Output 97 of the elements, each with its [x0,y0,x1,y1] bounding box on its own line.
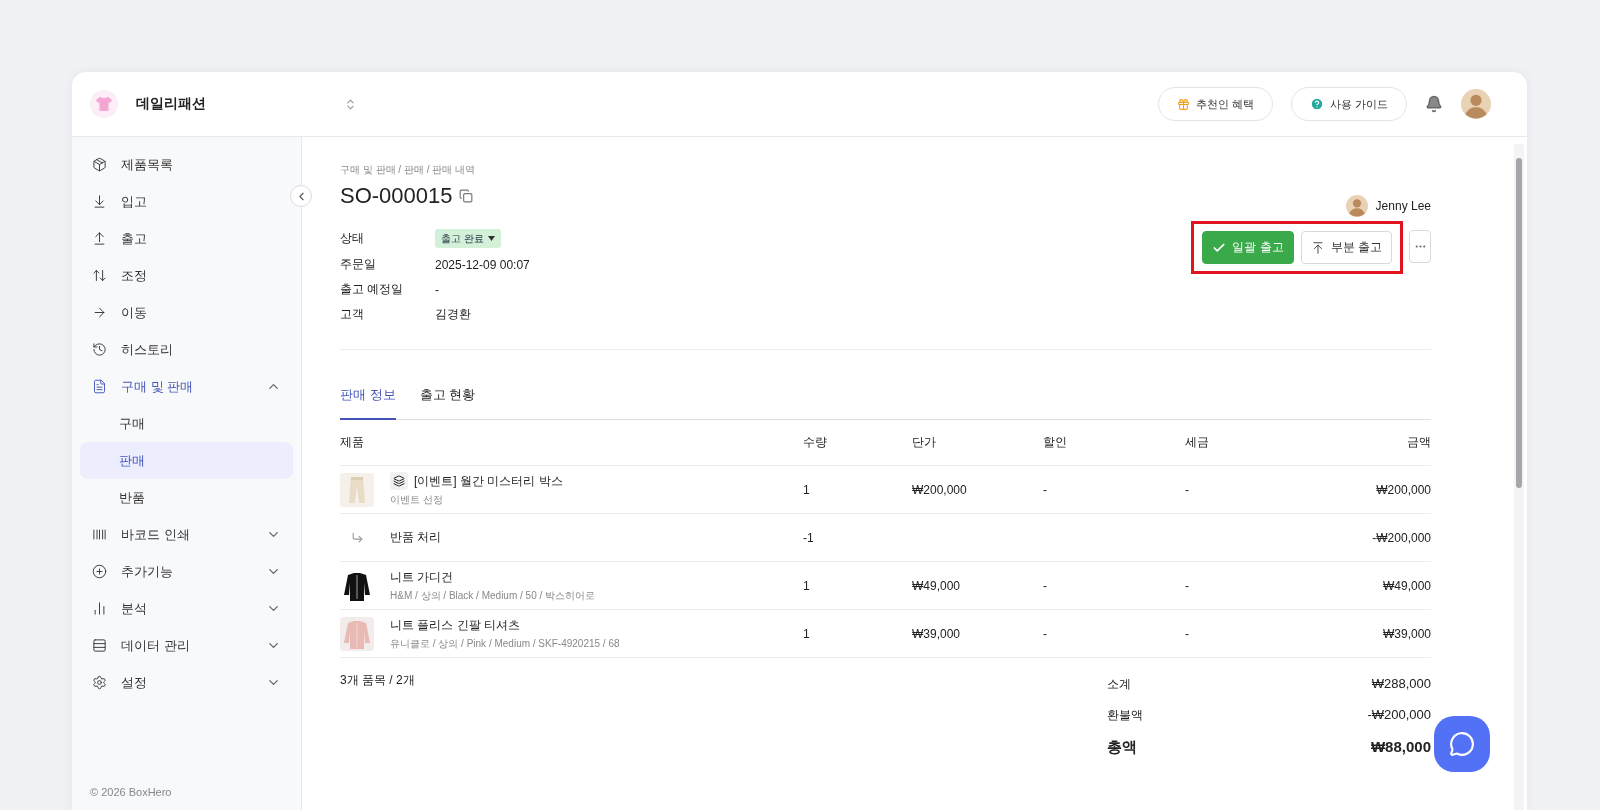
table-cell: ₩39,000 [1382,626,1431,641]
summary-label: 소계 [1107,676,1132,693]
product-detail: 이벤트 선정 [390,493,444,507]
table-cell-text: - [1185,578,1190,593]
order-title: SO-000015 [340,183,473,209]
table-cell-text: -1 [803,530,815,545]
bell-icon[interactable] [1425,95,1443,113]
sidebar-item[interactable]: 바코드 인쇄 [80,516,293,553]
header-button[interactable]: 사용 가이드 [1290,87,1407,121]
table-cell-text: 1 [803,578,811,593]
bar-chart-icon [92,601,107,616]
field-label: 주문일 [340,256,377,273]
table-cell-text: - [1043,482,1048,497]
sidebar-item[interactable]: 제품목록 [80,146,293,183]
summary-value: ₩88,000 [1369,738,1431,757]
sidebar-subitem[interactable]: 구매 [80,405,293,442]
table-cell-text: ₩200,000 [912,482,968,497]
table-cell-text: 1 [803,626,811,641]
column-header: 세금 [1185,434,1210,451]
partial-ship-button[interactable]: 부분 출고 [1300,231,1392,264]
gift-icon [1176,97,1190,111]
sidebar-subitem[interactable]: 판매 [80,442,293,479]
header-button[interactable]: 추천인 혜택 [1157,87,1273,121]
table-cell: ₩49,000 [1382,578,1431,593]
history-icon [92,342,107,357]
help-icon [1309,97,1324,111]
column-header: 할인 [1043,434,1068,451]
product-name: 반품 처리 [390,529,442,546]
tab[interactable]: 판매 정보 [340,386,396,420]
sidebar-item[interactable]: 구매 및 판매 [80,368,293,405]
workspace-name: 데일리패션 [136,95,206,113]
field-value: 김경환 [435,306,472,323]
field-value: - [435,282,440,297]
rows-icon [92,638,107,653]
caret-icon [487,236,495,241]
collapse-button[interactable] [290,185,312,207]
status-dropdown[interactable]: 출고 완료 [435,229,501,248]
avatar [1345,195,1368,217]
document-icon [92,379,107,394]
breadcrumb: 구매 및 판매 / 판매 / 판매 내역 [340,163,476,177]
field-label: 상태 [340,230,365,247]
shirt-icon [90,90,118,118]
column-header: 수량 [803,434,828,451]
sidebar-item[interactable]: 이동 [80,294,293,331]
product-detail: H&M / 상의 / Black / Medium / 50 / 박스히어로 [390,588,596,603]
sidebar-item[interactable]: 추가기능 [80,553,293,590]
summary-value: ₩288,000 [1370,676,1431,693]
return-arrow-icon [350,531,364,544]
table-cell-text: ₩49,000 [912,578,962,593]
scrollbar[interactable] [1514,144,1524,810]
avatar [1461,89,1491,119]
table-cell-text: - [1043,626,1048,641]
sidebar-item[interactable]: 조정 [80,257,293,294]
field-label: 출고 예정일 [340,281,405,298]
column-header: 단가 [912,434,937,451]
barcode-icon [92,527,107,542]
owner-name: Jenny Lee [1375,199,1431,213]
plus-circle-icon [92,564,107,579]
settings-icon [92,675,107,690]
summary-label: 환불액 [1107,707,1144,724]
item-count: 3개 품목 / 2개 [340,672,415,689]
product-name: 니트 플리스 긴팔 티셔츠 [390,616,520,634]
table-cell-text: - [1043,578,1048,593]
sidebar-item[interactable]: 입고 [80,183,293,220]
table-cell-text: - [1185,626,1190,641]
table-cell-text: 1 [803,482,811,497]
sidebar-item[interactable]: 설정 [80,664,293,701]
column-header: 제품 [340,434,365,451]
table-cell: -₩200,000 [1372,530,1431,545]
chat-button[interactable] [1434,716,1490,772]
copyright-text: © 2026 BoxHero [89,786,173,798]
sidebar-item[interactable]: 출고 [80,220,293,257]
table-cell-text: ₩39,000 [912,626,962,641]
sidebar-item[interactable]: 데이터 관리 [80,627,293,664]
switch-icon[interactable] [344,97,357,111]
summary-label: 총액 [1107,738,1138,757]
product-name: [이벤트] 월간 미스터리 박스 [414,472,563,490]
table-cell-text: - [1185,482,1190,497]
chat-icon [1449,731,1475,757]
summary-value: -₩200,000 [1367,707,1431,724]
field-label: 고객 [340,306,365,323]
copy-icon[interactable] [458,189,473,203]
product-detail: 유니클로 / 상의 / Pink / Medium / SKF-4920215 / 68 [390,636,620,651]
download-icon [92,194,107,209]
sidebar-item[interactable]: 히스토리 [80,331,293,368]
upload-icon [1310,240,1325,255]
arrow-right-icon [92,305,107,320]
box-icon [92,157,107,172]
sidebar-subitem[interactable]: 반품 [80,479,293,516]
tab[interactable]: 출고 현황 [419,386,476,420]
field-value: 2025-12-09 00:07 [435,257,530,272]
upload-icon [92,231,107,246]
column-header: 금액 [1407,434,1431,451]
table-cell: ₩200,000 [1376,482,1431,497]
sidebar-item[interactable]: 분석 [80,590,293,627]
arrows-icon [92,268,107,283]
product-name: 니트 가디건 [390,568,454,586]
